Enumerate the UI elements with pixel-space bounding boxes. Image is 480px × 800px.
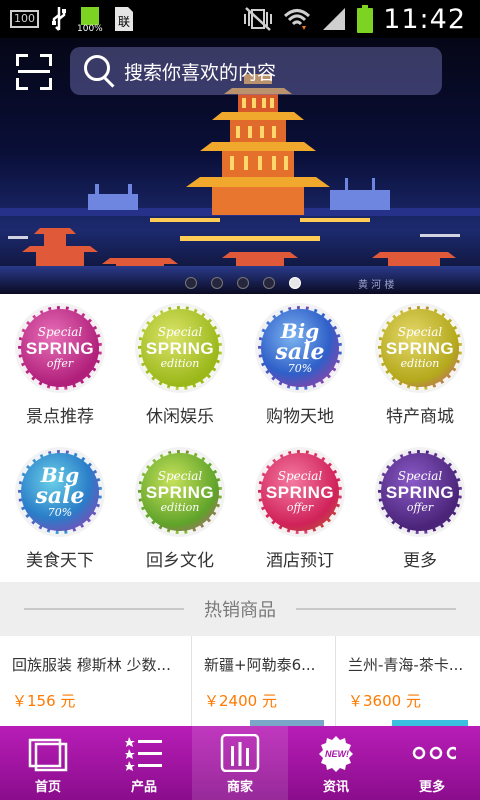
- carousel-dot[interactable]: [185, 277, 197, 289]
- divider: [296, 608, 456, 610]
- notification-badge: 100: [10, 10, 39, 28]
- category-leisure[interactable]: Special SPRING edition 休闲娱乐: [120, 294, 240, 438]
- category-label: 酒店预订: [266, 551, 334, 571]
- section-title: 热销商品: [204, 600, 276, 621]
- scan-qr-button[interactable]: [16, 54, 52, 90]
- nav-more[interactable]: 更多: [384, 726, 480, 800]
- list-icon: [125, 737, 162, 771]
- nav-merchant[interactable]: 商家: [192, 726, 288, 800]
- carousel-dot[interactable]: [263, 277, 275, 289]
- scan-icon: [18, 70, 50, 73]
- battery-icon: [357, 5, 374, 33]
- battery-percent: 100%: [77, 24, 103, 34]
- product-name: 回族服装 穆斯林 少数...: [12, 656, 171, 674]
- carousel-indicator: [0, 277, 480, 289]
- nav-news[interactable]: NEW! 资讯: [288, 726, 384, 800]
- product-card[interactable]: 兰州-青海-茶卡... ￥3600 元: [336, 636, 480, 726]
- category-label: 回乡文化: [146, 551, 214, 571]
- more-icon: [412, 746, 456, 760]
- nav-label: 产品: [130, 780, 157, 795]
- nav-label: 更多: [418, 780, 445, 795]
- category-culture[interactable]: Special SPRING edition 回乡文化: [120, 438, 240, 582]
- category-scenic[interactable]: Special SPRING offer 景点推荐: [0, 294, 120, 438]
- product-card[interactable]: 新疆+阿勒泰6... ￥2400 元: [192, 636, 336, 726]
- carousel-dot[interactable]: [237, 277, 249, 289]
- hot-products-header: 热销商品: [0, 582, 480, 636]
- category-label: 购物天地: [266, 407, 334, 427]
- nav-home[interactable]: 首页: [0, 726, 96, 800]
- banner-carousel[interactable]: 搜索你喜欢的内容 黄 河 楼: [0, 38, 480, 294]
- spring-edition-badge-icon: Special SPRING edition: [378, 306, 462, 390]
- spring-edition-badge-icon: Special SPRING edition: [138, 306, 222, 390]
- svg-text:联: 联: [118, 15, 130, 29]
- divider: [24, 608, 184, 610]
- nav-label: 商家: [226, 780, 253, 795]
- hot-products-list: 回族服装 穆斯林 少数... ￥156 元 新疆+阿勒泰6... ￥2400 元…: [0, 636, 480, 726]
- category-shopping[interactable]: Big sale 70% 购物天地: [240, 294, 360, 438]
- battery-notification-icon: 100%: [77, 4, 103, 34]
- category-label: 景点推荐: [26, 407, 94, 427]
- product-price: ￥2400 元: [204, 692, 277, 710]
- spring-offer-badge-icon: Special SPRING offer: [378, 450, 462, 534]
- svg-text:NEW!: NEW!: [325, 749, 349, 759]
- category-more[interactable]: Special SPRING offer 更多: [360, 438, 480, 582]
- category-specialty[interactable]: Special SPRING edition 特产商城: [360, 294, 480, 438]
- product-price: ￥156 元: [12, 692, 76, 710]
- spring-offer-badge-icon: Special SPRING offer: [18, 306, 102, 390]
- signal-icon: [323, 8, 346, 30]
- search-bar[interactable]: 搜索你喜欢的内容: [70, 47, 442, 95]
- spring-offer-badge-icon: Special SPRING offer: [258, 450, 342, 534]
- big-sale-badge-icon: Big sale 70%: [18, 450, 102, 534]
- carousel-dot-active[interactable]: [289, 277, 301, 289]
- usb-icon: [52, 7, 66, 31]
- category-hotel[interactable]: Special SPRING offer 酒店预订: [240, 438, 360, 582]
- nav-label: 首页: [34, 780, 61, 795]
- nav-products[interactable]: 产品: [96, 726, 192, 800]
- search-icon: [84, 55, 116, 88]
- category-label: 特产商城: [386, 407, 454, 427]
- product-price: ￥3600 元: [348, 692, 421, 710]
- category-food[interactable]: Big sale 70% 美食天下: [0, 438, 120, 582]
- vibrate-off-icon: [244, 7, 273, 31]
- clock: 11:42: [383, 3, 466, 35]
- home-icon: [28, 738, 68, 772]
- nav-label: 资讯: [322, 780, 349, 795]
- product-name: 新疆+阿勒泰6...: [204, 656, 316, 674]
- spring-edition-badge-icon: Special SPRING edition: [138, 450, 222, 534]
- merchant-icon: [220, 734, 260, 772]
- category-grid: Special SPRING offer 景点推荐 Special SPRING…: [0, 294, 480, 582]
- status-bar: 100 100% 联 11:42: [0, 0, 480, 38]
- product-name: 兰州-青海-茶卡...: [348, 656, 464, 674]
- category-label: 休闲娱乐: [146, 407, 214, 427]
- wifi-icon: [284, 9, 311, 30]
- bottom-nav: 首页 产品 商家 NEW! 资讯 更多: [0, 726, 480, 800]
- category-label: 更多: [403, 551, 437, 571]
- category-label: 美食天下: [26, 551, 94, 571]
- news-icon: NEW!: [319, 736, 353, 772]
- carousel-dot[interactable]: [211, 277, 223, 289]
- sim-card-icon: 联: [115, 7, 133, 31]
- big-sale-badge-icon: Big sale 70%: [258, 306, 342, 390]
- app-screen: 100 100% 联 11:42 搜索你喜欢的内容 黄 河 楼 Special …: [0, 0, 480, 800]
- search-placeholder: 搜索你喜欢的内容: [124, 61, 277, 84]
- product-card[interactable]: 回族服装 穆斯林 少数... ￥156 元: [0, 636, 192, 726]
